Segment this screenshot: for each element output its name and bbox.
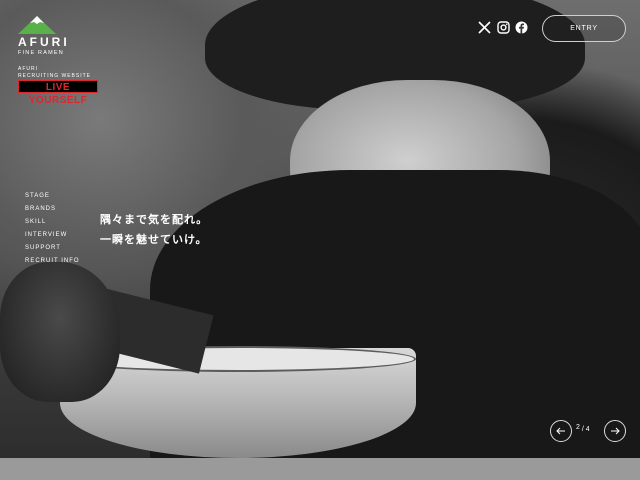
brand-logo[interactable]: AFURI FINE RAMEN — [18, 14, 70, 56]
arrow-right-icon — [611, 427, 620, 435]
x-icon — [478, 21, 491, 34]
slider-pager: 2 / 4 — [576, 424, 590, 433]
arrow-left-icon — [556, 427, 565, 435]
brand-subtitle: FINE RAMEN — [18, 50, 64, 56]
slider-prev-button[interactable] — [550, 420, 572, 442]
slider-current: 2 — [576, 424, 580, 431]
photo-glove — [0, 262, 120, 402]
mountain-logo-icon — [18, 16, 56, 34]
nav-item-support[interactable]: SUPPORT — [25, 244, 80, 257]
catch-line-1: 隅々まで気を配れ。 — [100, 214, 209, 226]
instagram-icon — [497, 21, 510, 34]
slider-total: 4 — [585, 426, 590, 433]
recruit-line2: RECRUITING WEBSITE — [18, 73, 92, 79]
recruit-line1: AFURI — [18, 66, 38, 72]
nav-item-brands[interactable]: BRANDS — [25, 205, 80, 218]
facebook-link[interactable] — [515, 21, 528, 34]
brand-name: AFURI — [18, 35, 70, 49]
slider-separator: / — [581, 426, 584, 433]
tagline-badge: LIVE YOURSELF — [18, 80, 98, 106]
slider-next-button[interactable] — [604, 420, 626, 442]
hero-catch-copy: 隅々まで気を配れ。 一瞬を魅せていけ。 — [100, 210, 208, 250]
recruit-label: AFURI RECRUITING WEBSITE — [18, 66, 91, 80]
bottom-strip — [0, 458, 640, 480]
nav-item-recruit-info[interactable]: RECRUIT INFO — [25, 257, 80, 270]
nav-item-interview[interactable]: INTERVIEW — [25, 231, 80, 244]
facebook-icon — [515, 21, 528, 34]
nav-item-stage[interactable]: STAGE — [25, 192, 80, 205]
nav-item-skill[interactable]: SKILL — [25, 218, 80, 231]
x-link[interactable] — [478, 21, 491, 34]
side-nav: STAGE BRANDS SKILL INTERVIEW SUPPORT REC… — [25, 192, 80, 270]
catch-line-2: 一瞬を魅せていけ。 — [100, 234, 208, 246]
instagram-link[interactable] — [497, 21, 510, 34]
hero-photo — [0, 0, 640, 458]
entry-button[interactable]: ENTRY — [542, 15, 626, 42]
